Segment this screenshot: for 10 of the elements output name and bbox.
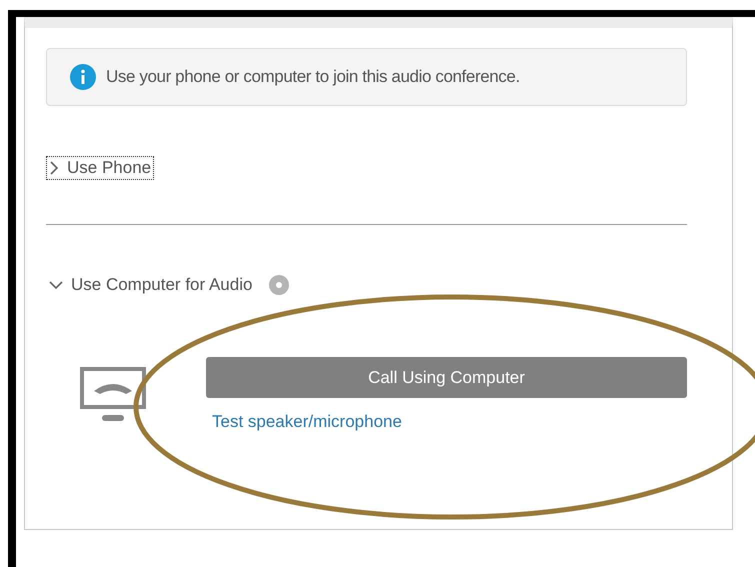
chevron-right-icon bbox=[49, 161, 59, 175]
chevron-down-icon bbox=[49, 280, 63, 290]
info-icon bbox=[70, 64, 96, 90]
test-speaker-link[interactable]: Test speaker/microphone bbox=[212, 412, 687, 432]
call-using-computer-button[interactable]: Call Using Computer bbox=[206, 357, 687, 398]
help-icon[interactable] bbox=[269, 275, 290, 295]
computer-phone-icon bbox=[80, 366, 146, 422]
section-toggle[interactable]: Use Computer for Audio bbox=[46, 273, 256, 297]
info-text: Use your phone or computer to join this audio conference. bbox=[106, 67, 520, 87]
section-toggle[interactable]: Use Phone bbox=[46, 156, 154, 180]
